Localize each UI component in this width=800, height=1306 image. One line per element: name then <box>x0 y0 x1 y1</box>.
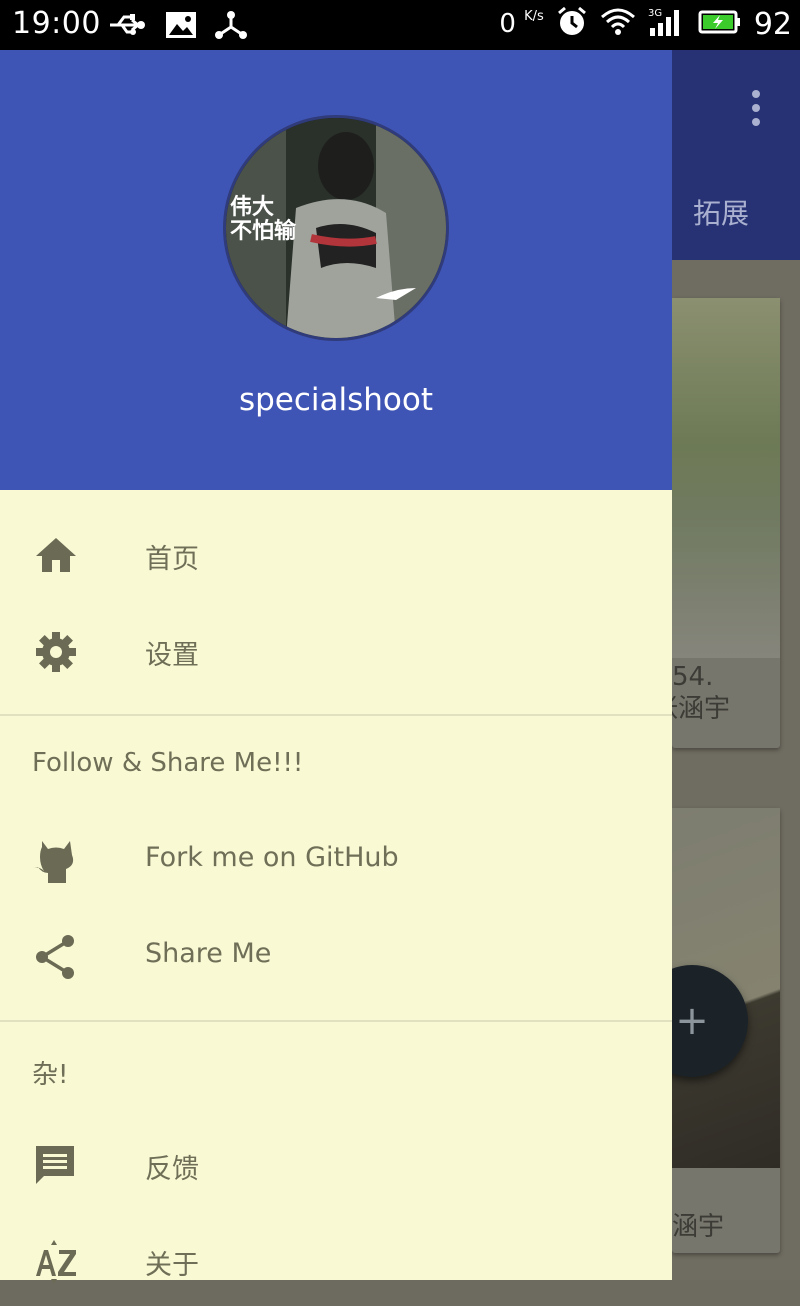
avatar[interactable]: 伟大 不怕输 <box>226 118 446 338</box>
share-icon <box>32 933 80 981</box>
menu-item-share[interactable]: Share Me <box>0 911 672 1001</box>
network-speed-value: 0 <box>499 9 516 39</box>
menu-item-label: Fork me on GitHub <box>145 842 399 873</box>
section-title-follow: Follow & Share Me!!! <box>32 748 304 778</box>
sort-az-icon <box>32 1238 80 1286</box>
status-system-icons: 0 K/s 3G 92 <box>499 6 792 42</box>
username: specialshoot <box>238 382 434 418</box>
menu-item-about[interactable]: 关于 <box>0 1216 672 1306</box>
avatar-text: 不怕输 <box>230 218 297 244</box>
navigation-drawer: 伟大 不怕输 specialshoot 首页 设置 Follow & Share… <box>0 50 672 1284</box>
menu-item-settings[interactable]: 设置 <box>0 606 672 696</box>
photo-card-caption: 54. 张涵宇 <box>652 661 730 725</box>
svg-text:3G: 3G <box>648 8 662 19</box>
network-speed-unit: K/s <box>524 9 544 24</box>
tab-extend[interactable]: 拓展 <box>693 192 749 232</box>
menu-item-feedback[interactable]: 反馈 <box>0 1120 672 1210</box>
photo-card-caption-number: 54. <box>672 662 714 692</box>
network-speed: 0 K/s <box>499 9 544 39</box>
menu-item-home[interactable]: 首页 <box>0 510 672 600</box>
photo-card-image <box>672 298 780 658</box>
image-icon <box>164 10 198 44</box>
usb-icon <box>108 10 148 44</box>
menu-item-label: 反馈 <box>145 1154 199 1185</box>
home-icon <box>32 532 80 580</box>
status-time: 19:00 <box>12 6 101 41</box>
divider <box>0 714 672 716</box>
avatar-text: 伟大 <box>230 195 274 220</box>
add-icon: + <box>675 998 709 1044</box>
menu-item-label: 设置 <box>145 640 199 671</box>
github-icon <box>32 837 80 885</box>
feedback-icon <box>32 1142 80 1190</box>
gear-icon <box>32 628 80 676</box>
menu-item-github[interactable]: Fork me on GitHub <box>0 815 672 905</box>
menu-item-label: Share Me <box>145 938 272 969</box>
section-title-misc: 杂! <box>32 1060 69 1090</box>
photo-card[interactable]: 54. 张涵宇 <box>652 298 780 748</box>
status-bar: 19:00 0 K/s 3G 92 <box>0 0 800 50</box>
photo-card-caption: 涵宇 <box>672 1212 725 1242</box>
divider <box>0 1020 672 1022</box>
signal-3g-icon: 3G <box>648 6 686 42</box>
menu-item-label: 关于 <box>145 1250 199 1281</box>
wifi-icon <box>600 7 636 41</box>
share-hub-icon <box>214 9 248 45</box>
overflow-menu-icon[interactable] <box>750 90 762 132</box>
alarm-icon <box>556 6 588 42</box>
battery-charging-icon <box>698 9 742 39</box>
status-notification-icons <box>108 9 248 45</box>
drawer-header: 伟大 不怕输 specialshoot <box>0 50 672 490</box>
menu-item-label: 首页 <box>145 544 199 575</box>
battery-level: 92 <box>753 6 792 42</box>
